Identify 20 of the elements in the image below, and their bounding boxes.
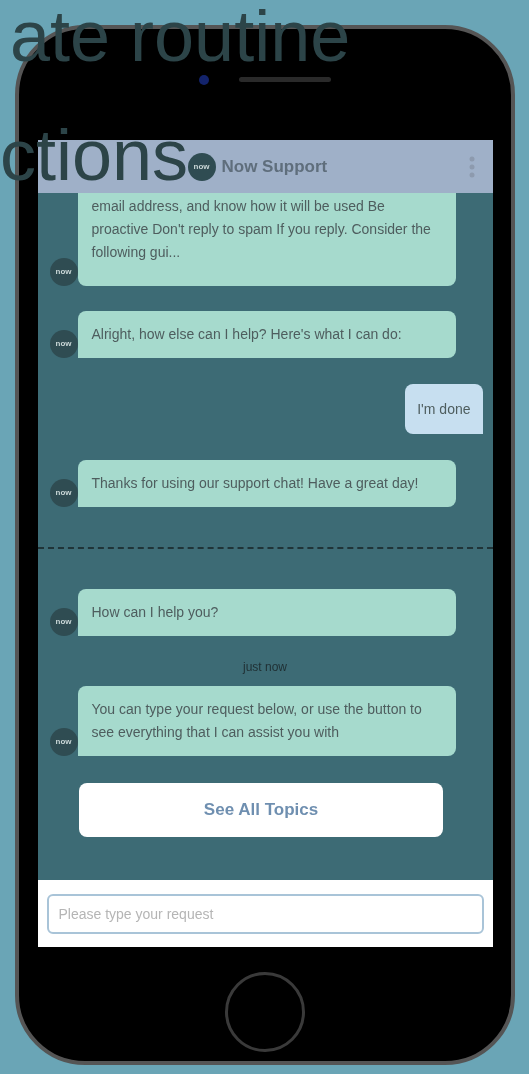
more-icon[interactable] (468, 155, 475, 178)
camera-icon (199, 74, 209, 85)
bot-message: Alright, how else can I help? Here's what I can do: (77, 311, 456, 358)
avatar: now (49, 479, 78, 507)
avatar: now (49, 258, 78, 286)
avatar: now (49, 330, 78, 358)
avatar: now (187, 152, 216, 181)
home-button[interactable] (225, 972, 305, 1052)
see-all-topics-button[interactable]: See All Topics (79, 783, 443, 837)
bot-message: You can type your request below, or use the button to see everything that I can assist you with (77, 686, 456, 756)
avatar: now (49, 728, 78, 756)
bot-message: Thanks for using our support chat! Have a great day! (77, 460, 456, 507)
user-message: I'm done (405, 384, 483, 434)
avatar: now (49, 608, 78, 636)
bot-message: email address, and know how it will be used Be proactive Don't reply to spam If you reply. Consider the following gui... (77, 193, 456, 286)
request-input[interactable]: Please type your request (46, 893, 484, 934)
bot-message: How can I help you? (77, 589, 456, 636)
speaker-icon (239, 77, 331, 82)
timestamp: just now (243, 659, 287, 676)
chat-title: Now Support (221, 155, 328, 178)
